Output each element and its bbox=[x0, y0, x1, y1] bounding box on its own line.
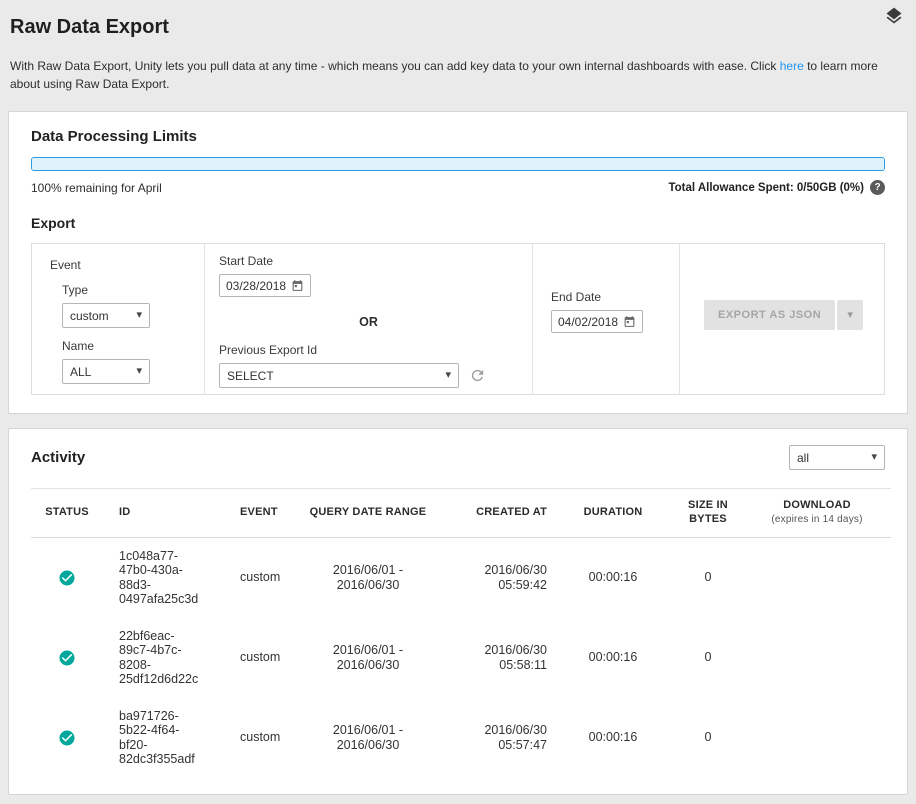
cell-status bbox=[31, 537, 103, 618]
cell-query-date-range: 2016/06/01 - 2016/06/30 bbox=[303, 537, 433, 618]
cell-event: custom bbox=[228, 618, 303, 698]
previous-export-value: SELECT bbox=[227, 369, 274, 383]
col-download: DOWNLOAD (expires in 14 days) bbox=[743, 489, 891, 538]
start-date-label: Start Date bbox=[219, 254, 518, 268]
export-json-button[interactable]: EXPORT AS JSON bbox=[704, 300, 835, 330]
learn-more-link[interactable]: here bbox=[780, 59, 804, 73]
name-label: Name bbox=[62, 339, 204, 353]
allowance-summary: Total Allowance Spent: 0/50GB (0%) ? bbox=[668, 180, 885, 195]
refresh-icon[interactable] bbox=[469, 367, 486, 384]
allowance-progress-fill bbox=[32, 158, 884, 170]
check-circle-icon bbox=[58, 729, 76, 747]
activity-card: Activity all ▾ STATUS ID EVENT QUERY DAT… bbox=[8, 428, 908, 795]
col-query-date-range: QUERY DATE RANGE bbox=[303, 489, 433, 538]
export-actions-column: EXPORT AS JSON ▾ bbox=[679, 244, 884, 394]
download-note: (expires in 14 days) bbox=[747, 514, 887, 527]
col-status: STATUS bbox=[31, 489, 103, 538]
cell-created-at: 2016/06/30 05:58:11 bbox=[433, 618, 553, 698]
col-size-in-bytes: SIZE IN BYTES bbox=[673, 489, 743, 538]
event-type-value: custom bbox=[70, 309, 109, 323]
limits-row: 100% remaining for April Total Allowance… bbox=[31, 180, 885, 195]
cell-duration: 00:00:16 bbox=[553, 698, 673, 778]
col-event: EVENT bbox=[228, 489, 303, 538]
cell-size-in-bytes: 0 bbox=[673, 618, 743, 698]
allowance-progressbar bbox=[31, 157, 885, 171]
cell-size-in-bytes: 0 bbox=[673, 698, 743, 778]
download-label: DOWNLOAD bbox=[783, 499, 851, 511]
type-label: Type bbox=[62, 283, 204, 297]
activity-heading: Activity bbox=[31, 449, 85, 466]
end-date-value: 04/02/2018 bbox=[558, 315, 618, 329]
data-processing-card: Data Processing Limits 100% remaining fo… bbox=[8, 111, 908, 414]
cell-duration: 00:00:16 bbox=[553, 537, 673, 618]
chevron-down-icon: ▾ bbox=[847, 310, 853, 321]
event-name-select[interactable]: ALL ▾ bbox=[62, 359, 150, 384]
end-date-input[interactable]: 04/02/2018 bbox=[551, 310, 643, 333]
description-text: With Raw Data Export, Unity lets you pul… bbox=[10, 59, 780, 73]
cell-id: ba971726-5b22-4f64-bf20-82dc3f355adf bbox=[103, 698, 228, 778]
remaining-label: 100% remaining for April bbox=[31, 181, 162, 195]
col-duration: DURATION bbox=[553, 489, 673, 538]
cell-id: 22bf6eac-89c7-4b7c-8208-25df12d6d22c bbox=[103, 618, 228, 698]
start-date-input[interactable]: 03/28/2018 bbox=[219, 274, 311, 297]
start-date-column: Start Date 03/28/2018 OR Previous Export… bbox=[204, 244, 532, 394]
table-row: ba971726-5b22-4f64-bf20-82dc3f355adf cus… bbox=[31, 698, 891, 778]
cell-id: 1c048a77-47b0-430a-88d3-0497afa25c3d bbox=[103, 537, 228, 618]
cell-download bbox=[743, 698, 891, 778]
allowance-label: Total Allowance Spent: 0/50GB (0%) bbox=[668, 182, 864, 194]
activity-table: STATUS ID EVENT QUERY DATE RANGE CREATED… bbox=[31, 488, 891, 778]
chevron-down-icon: ▾ bbox=[445, 370, 451, 381]
event-name-value: ALL bbox=[70, 365, 91, 379]
export-options-button[interactable]: ▾ bbox=[837, 300, 863, 330]
check-circle-icon bbox=[58, 569, 76, 587]
event-column: Event Type custom ▾ Name ALL ▾ bbox=[32, 244, 204, 394]
cell-status bbox=[31, 618, 103, 698]
calendar-icon bbox=[623, 315, 636, 328]
cell-download bbox=[743, 618, 891, 698]
page-description: With Raw Data Export, Unity lets you pul… bbox=[10, 57, 904, 93]
export-form: Event Type custom ▾ Name ALL ▾ Start Dat… bbox=[31, 243, 885, 395]
cell-created-at: 2016/06/30 05:57:47 bbox=[433, 698, 553, 778]
previous-export-select[interactable]: SELECT ▾ bbox=[219, 363, 459, 388]
cell-event: custom bbox=[228, 537, 303, 618]
end-date-column: End Date 04/02/2018 bbox=[532, 244, 679, 394]
chevron-down-icon: ▾ bbox=[136, 310, 142, 321]
start-date-value: 03/28/2018 bbox=[226, 279, 286, 293]
or-label: OR bbox=[219, 315, 518, 329]
col-id: ID bbox=[103, 489, 228, 538]
cell-query-date-range: 2016/06/01 - 2016/06/30 bbox=[303, 618, 433, 698]
activity-filter-select[interactable]: all ▾ bbox=[789, 445, 885, 470]
activity-filter-value: all bbox=[797, 451, 809, 465]
help-icon[interactable]: ? bbox=[870, 180, 885, 195]
cell-size-in-bytes: 0 bbox=[673, 537, 743, 618]
cell-created-at: 2016/06/30 05:59:42 bbox=[433, 537, 553, 618]
activity-header: Activity all ▾ bbox=[31, 445, 885, 470]
table-row: 22bf6eac-89c7-4b7c-8208-25df12d6d22c cus… bbox=[31, 618, 891, 698]
event-group-label: Event bbox=[50, 258, 204, 272]
cell-download bbox=[743, 537, 891, 618]
cell-duration: 00:00:16 bbox=[553, 618, 673, 698]
event-type-select[interactable]: custom ▾ bbox=[62, 303, 150, 328]
cell-event: custom bbox=[228, 698, 303, 778]
page-header: Raw Data Export With Raw Data Export, Un… bbox=[0, 0, 916, 93]
layers-icon[interactable] bbox=[884, 6, 904, 26]
previous-export-label: Previous Export Id bbox=[219, 343, 518, 357]
col-created-at: CREATED AT bbox=[433, 489, 553, 538]
chevron-down-icon: ▾ bbox=[136, 366, 142, 377]
cell-status bbox=[31, 698, 103, 778]
cell-query-date-range: 2016/06/01 - 2016/06/30 bbox=[303, 698, 433, 778]
chevron-down-icon: ▾ bbox=[871, 452, 877, 463]
table-row: 1c048a77-47b0-430a-88d3-0497afa25c3d cus… bbox=[31, 537, 891, 618]
page-title: Raw Data Export bbox=[10, 16, 904, 39]
end-date-label: End Date bbox=[551, 290, 679, 304]
limits-heading: Data Processing Limits bbox=[31, 128, 885, 145]
table-header-row: STATUS ID EVENT QUERY DATE RANGE CREATED… bbox=[31, 489, 891, 538]
calendar-icon bbox=[291, 279, 304, 292]
check-circle-icon bbox=[58, 649, 76, 667]
export-heading: Export bbox=[31, 215, 885, 231]
